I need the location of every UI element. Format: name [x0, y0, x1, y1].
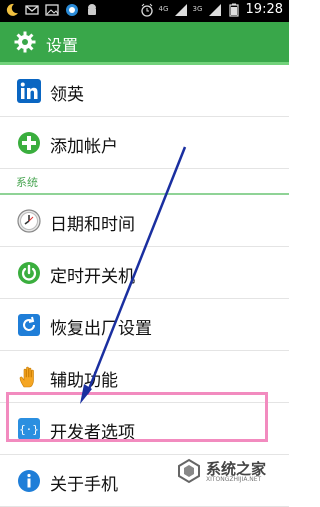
- signal-4g-icon: [174, 3, 187, 16]
- restore-icon: [18, 314, 40, 336]
- watermark-logo-icon: [178, 458, 200, 484]
- settings-item-linkedin[interactable]: 领英: [0, 65, 289, 117]
- watermark-url: XITONGZHIJIA.NET: [206, 476, 262, 483]
- settings-item-factory-reset[interactable]: 恢复出厂设置: [0, 299, 289, 351]
- title-bar: 设置: [0, 22, 289, 65]
- page-title: 设置: [46, 36, 79, 55]
- hand-icon: [19, 366, 34, 388]
- clock-icon: [17, 209, 41, 233]
- add-icon: [18, 132, 40, 154]
- settings-item-label: 定时开关机: [50, 267, 135, 287]
- highlight-box: [6, 392, 268, 442]
- android-icon: [88, 4, 96, 15]
- settings-item-label: 关于手机: [50, 475, 118, 495]
- alarm-icon: [140, 3, 153, 17]
- settings-item-label: 辅助功能: [50, 371, 118, 391]
- moon-icon: [6, 3, 18, 16]
- settings-item-label: 领英: [50, 85, 84, 105]
- browser-icon: [66, 4, 78, 16]
- status-time: 19:28: [245, 2, 283, 17]
- settings-item-date-time[interactable]: 日期和时间: [0, 195, 289, 247]
- status-bar: 4G 3G 19:28: [0, 0, 289, 22]
- settings-item-label: 日期和时间: [50, 215, 135, 235]
- watermark: 系统之家 XITONGZHIJIA.NET: [176, 456, 281, 486]
- signal-3g-label: 3G: [192, 5, 203, 13]
- signal-3g-icon: [208, 3, 221, 16]
- settings-item-label: 恢复出厂设置: [50, 319, 152, 339]
- gear-icon[interactable]: [14, 31, 36, 53]
- linkedin-icon: [17, 79, 41, 103]
- section-label: 系统: [16, 176, 38, 189]
- section-header-system: 系统: [0, 169, 289, 195]
- info-icon: [18, 470, 40, 492]
- image-icon: [45, 4, 59, 16]
- signal-4g-label: 4G: [158, 5, 169, 13]
- power-icon: [18, 262, 40, 284]
- mail-icon: [25, 5, 39, 15]
- settings-item-add-account[interactable]: 添加帐户: [0, 117, 289, 169]
- settings-item-label: 添加帐户: [50, 137, 118, 157]
- settings-item-scheduled-power[interactable]: 定时开关机: [0, 247, 289, 299]
- battery-icon: [228, 3, 239, 17]
